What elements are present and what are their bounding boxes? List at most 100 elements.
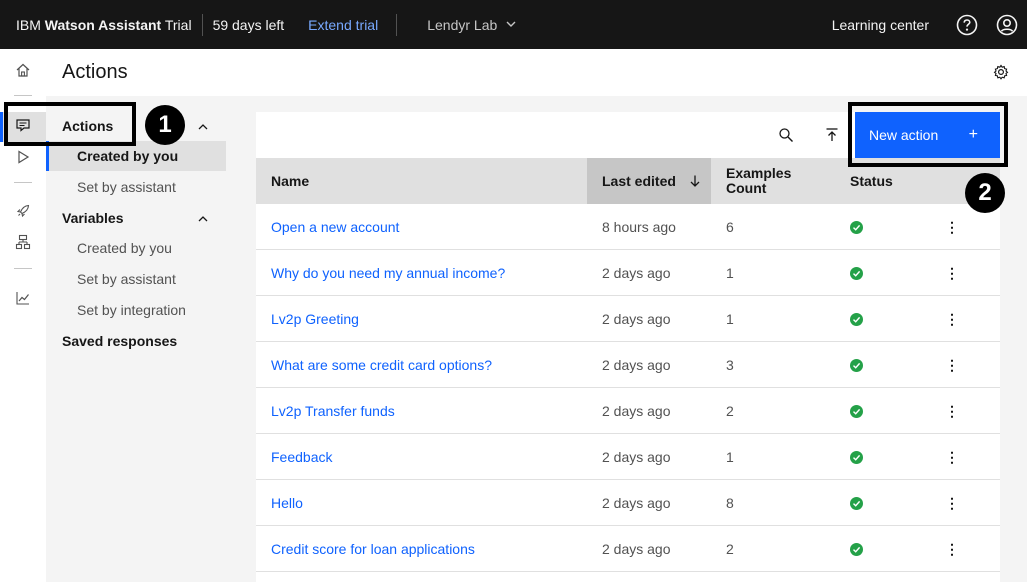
nav-variables-set-by-integration[interactable]: Set by integration: [46, 295, 226, 325]
table-row[interactable]: Lv2p Transfer funds 2 days ago 2 ⋮: [256, 388, 1000, 434]
examples-count-cell: 3: [726, 357, 734, 373]
chevron-down-icon: [505, 17, 517, 33]
actions-side-nav: Actions Created by you Set by assistant …: [46, 96, 226, 582]
last-edited-cell: 2 days ago: [602, 403, 671, 419]
status-ok-icon: [850, 480, 863, 526]
overflow-menu-icon[interactable]: ⋮: [945, 204, 959, 250]
status-ok-icon: [850, 204, 863, 250]
examples-count-cell: 6: [726, 219, 734, 235]
nav-section-saved-responses[interactable]: Saved responses: [62, 333, 177, 349]
action-name-link[interactable]: Feedback: [271, 434, 332, 480]
table-row[interactable]: Feedback 2 days ago 1 ⋮: [256, 434, 1000, 480]
examples-count-cell: 2: [726, 541, 734, 557]
rail-divider: [14, 182, 32, 183]
arrow-down-icon: [688, 174, 702, 188]
actions-table-panel: New action + Name Last edited Examples C…: [256, 112, 1000, 582]
examples-count-cell: 8: [726, 495, 734, 511]
last-edited-cell: 2 days ago: [602, 495, 671, 511]
overflow-menu-icon[interactable]: ⋮: [945, 526, 959, 572]
chevron-up-icon[interactable]: [197, 212, 209, 230]
action-name-link[interactable]: Lv2p Transfer funds: [271, 388, 395, 434]
last-edited-cell: 2 days ago: [602, 265, 671, 281]
nav-actions-set-by-assistant[interactable]: Set by assistant: [46, 172, 226, 202]
brand-ibm: IBM: [16, 16, 41, 33]
nav-section-variables[interactable]: Variables: [62, 210, 124, 226]
examples-count-cell: 1: [726, 265, 734, 281]
column-last-edited[interactable]: Last edited: [587, 158, 711, 204]
rail-publish[interactable]: [0, 198, 46, 228]
overflow-menu-icon[interactable]: ⋮: [945, 434, 959, 480]
last-edited-cell: 8 hours ago: [602, 219, 676, 235]
overflow-menu-icon[interactable]: ⋮: [945, 388, 959, 434]
last-edited-cell: 2 days ago: [602, 311, 671, 327]
column-examples-count[interactable]: Examples Count: [726, 158, 791, 204]
action-name-link[interactable]: Why do you need my annual income?: [271, 250, 505, 296]
rocket-icon: [15, 203, 31, 224]
gear-icon[interactable]: [993, 64, 1009, 85]
table-row[interactable]: What are some credit card options? 2 day…: [256, 342, 1000, 388]
rail-divider: [14, 268, 32, 269]
action-name-link[interactable]: Credit score for loan applications: [271, 526, 475, 572]
callout-box-actions: [4, 102, 136, 146]
rail-preview[interactable]: [0, 144, 46, 174]
last-edited-cell: 2 days ago: [602, 541, 671, 557]
table-row[interactable]: Credit score for loan applications 2 day…: [256, 526, 1000, 572]
divider: [201, 13, 203, 36]
trial-days-left: 59 days left: [212, 16, 285, 33]
workspace-name: Lendyr Lab: [427, 16, 498, 33]
play-icon: [15, 149, 31, 170]
action-name-link[interactable]: Lv2p Greeting: [271, 296, 359, 342]
learning-center-link[interactable]: Learning center: [832, 17, 929, 33]
product-brand[interactable]: IBM Watson Assistant Trial: [0, 17, 192, 33]
table-body: Open a new account 8 hours ago 6 ⋮ Why d…: [256, 204, 1000, 572]
status-ok-icon: [850, 296, 863, 342]
examples-count-cell: 1: [726, 311, 734, 327]
table-row[interactable]: Why do you need my annual income? 2 days…: [256, 250, 1000, 296]
overflow-menu-icon[interactable]: ⋮: [945, 480, 959, 526]
top-bar: IBM Watson Assistant Trial 59 days left …: [0, 0, 1027, 49]
last-edited-cell: 2 days ago: [602, 357, 671, 373]
status-ok-icon: [850, 342, 863, 388]
help-icon[interactable]: [955, 13, 979, 37]
callout-box-new-action: [848, 102, 1008, 167]
nav-variables-created-by-you[interactable]: Created by you: [46, 233, 226, 263]
rail-analytics[interactable]: [0, 285, 46, 315]
search-icon[interactable]: [775, 124, 797, 146]
status-ok-icon: [850, 434, 863, 480]
rail-environments[interactable]: [0, 229, 46, 259]
rail-home[interactable]: [0, 57, 46, 87]
status-ok-icon: [850, 250, 863, 296]
examples-count-cell: 2: [726, 403, 734, 419]
column-count-label: Count: [726, 180, 767, 196]
table-row[interactable]: Hello 2 days ago 8 ⋮: [256, 480, 1000, 526]
action-name-link[interactable]: What are some credit card options?: [271, 342, 492, 388]
rail-divider: [14, 95, 32, 96]
status-ok-icon: [850, 388, 863, 434]
table-row[interactable]: Open a new account 8 hours ago 6 ⋮: [256, 204, 1000, 250]
brand-product: Watson Assistant: [44, 16, 162, 33]
examples-count-cell: 1: [726, 449, 734, 465]
divider: [396, 13, 398, 36]
upload-icon[interactable]: [821, 124, 843, 146]
extend-trial-link[interactable]: Extend trial: [308, 17, 378, 33]
action-name-link[interactable]: Hello: [271, 480, 303, 526]
page-title: Actions: [62, 61, 128, 83]
action-name-link[interactable]: Open a new account: [271, 204, 399, 250]
table-row[interactable]: Lv2p Greeting 2 days ago 1 ⋮: [256, 296, 1000, 342]
hierarchy-icon: [15, 234, 31, 255]
analytics-icon: [15, 290, 31, 311]
status-ok-icon: [850, 526, 863, 572]
brand-plan: Trial: [164, 16, 192, 33]
nav-variables-set-by-assistant[interactable]: Set by assistant: [46, 264, 226, 294]
step-badge-1: 1: [145, 105, 185, 145]
overflow-menu-icon[interactable]: ⋮: [945, 296, 959, 342]
overflow-menu-icon[interactable]: ⋮: [945, 250, 959, 296]
last-edited-cell: 2 days ago: [602, 449, 671, 465]
column-last-edited-label: Last edited: [602, 173, 676, 189]
overflow-menu-icon[interactable]: ⋮: [945, 342, 959, 388]
step-badge-2: 2: [965, 173, 1005, 213]
workspace-switcher[interactable]: Lendyr Lab: [427, 17, 517, 33]
column-name[interactable]: Name: [271, 158, 309, 204]
chevron-up-icon[interactable]: [197, 120, 209, 138]
user-avatar-icon[interactable]: [995, 13, 1019, 37]
